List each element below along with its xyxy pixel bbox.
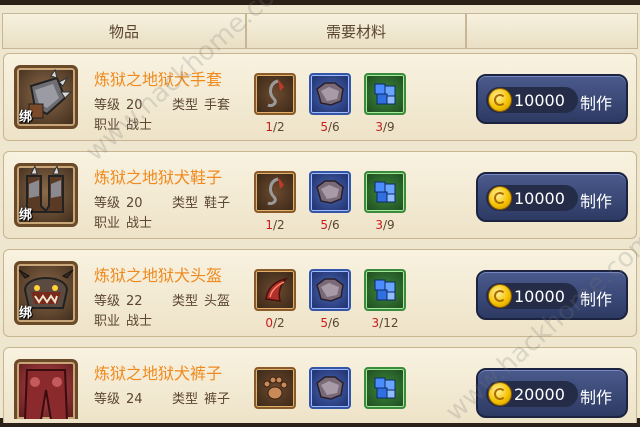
material-slot[interactable] — [309, 73, 351, 115]
blue-crystal-icon — [374, 377, 396, 399]
pants-icon — [24, 369, 68, 419]
material-slot[interactable] — [364, 73, 406, 115]
material-slot[interactable] — [309, 269, 351, 311]
red-horn-icon — [265, 277, 289, 302]
craft-cost: 10000 — [514, 189, 565, 208]
paw-print-icon — [263, 376, 288, 400]
material-slot[interactable] — [254, 171, 296, 213]
material-slot[interactable] — [309, 171, 351, 213]
bind-tag: 绑 — [19, 208, 33, 223]
craft-cost: 10000 — [514, 91, 565, 110]
item-level: 等级 22 — [94, 294, 143, 309]
material-slot[interactable] — [254, 73, 296, 115]
table-header: 物品 需要材料 — [2, 13, 638, 49]
material-slot[interactable] — [364, 171, 406, 213]
item-slot[interactable] — [14, 359, 78, 419]
blue-crystal-icon — [374, 83, 396, 105]
crafting-panel: 物品 需要材料 绑 炼狱之地狱犬手套 等级 20 类型 手套 职业 战士 1/2… — [0, 0, 640, 427]
material-slot[interactable] — [364, 269, 406, 311]
gold-coin-icon — [488, 88, 512, 112]
header-materials: 需要材料 — [246, 13, 466, 49]
material-quantity: 5/6 — [320, 218, 340, 232]
material-quantity: 3/9 — [375, 218, 395, 232]
bind-tag: 绑 — [19, 306, 33, 321]
gold-coin-icon — [488, 186, 512, 210]
item-slot[interactable]: 绑 — [14, 163, 78, 227]
item-level: 等级 24 — [94, 392, 143, 407]
material-slot[interactable] — [364, 367, 406, 409]
craft-label: 制作 — [580, 388, 613, 407]
material-quantity: 1/2 — [265, 120, 285, 134]
item-name: 炼狱之地狱犬鞋子 — [94, 168, 223, 187]
item-slot[interactable]: 绑 — [14, 65, 78, 129]
material-quantity: 5/6 — [320, 316, 340, 330]
material-slot[interactable] — [254, 269, 296, 311]
beast-hide-icon — [316, 278, 344, 302]
item-type: 类型 手套 — [172, 98, 231, 113]
beast-hide-icon — [316, 82, 344, 106]
craft-label: 制作 — [580, 94, 613, 113]
craft-label: 制作 — [580, 192, 613, 211]
material-quantity: 3/12 — [371, 316, 399, 330]
item-job: 职业 战士 — [94, 314, 153, 329]
blue-crystal-icon — [374, 279, 396, 301]
header-action — [466, 13, 638, 49]
material-slot[interactable] — [309, 367, 351, 409]
item-type: 类型 裤子 — [172, 392, 231, 407]
beast-hide-icon — [316, 180, 344, 204]
bind-tag: 绑 — [19, 110, 33, 125]
material-quantity: 5/6 — [320, 120, 340, 134]
item-job: 职业 战士 — [94, 216, 153, 231]
gold-coin-icon — [488, 284, 512, 308]
recipe-row[interactable]: 炼狱之地狱犬裤子 等级 24 类型 裤子 20000 制作 — [3, 347, 637, 423]
material-quantity: 3/9 — [375, 120, 395, 134]
item-level: 等级 20 — [94, 196, 143, 211]
hook-ore-icon — [267, 177, 284, 205]
craft-button[interactable]: 10000 制作 — [476, 172, 628, 222]
material-slot[interactable] — [254, 367, 296, 409]
material-quantity: 0/2 — [265, 316, 285, 330]
craft-button[interactable]: 10000 制作 — [476, 74, 628, 124]
item-type: 类型 鞋子 — [172, 196, 231, 211]
item-name: 炼狱之地狱犬裤子 — [94, 364, 223, 383]
material-quantity: 1/2 — [265, 218, 285, 232]
blue-crystal-icon — [374, 181, 396, 203]
beast-hide-icon — [316, 376, 344, 400]
item-slot[interactable]: 绑 — [14, 261, 78, 325]
hook-ore-icon — [267, 79, 284, 107]
craft-cost: 20000 — [514, 385, 565, 404]
item-type: 类型 头盔 — [172, 294, 231, 309]
item-name: 炼狱之地狱犬头盔 — [94, 266, 223, 285]
